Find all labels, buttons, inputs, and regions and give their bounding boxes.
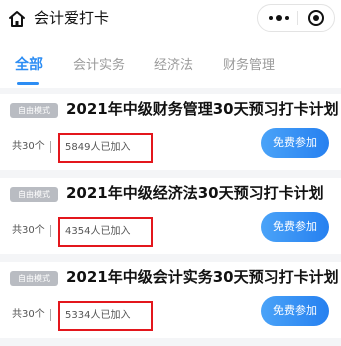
more-icon[interactable] (264, 5, 294, 31)
plan-title: 2021年中级会计实务30天预习打卡计划 (66, 268, 339, 286)
capsule-menu (257, 4, 335, 32)
home-icon[interactable] (6, 8, 28, 30)
capsule-divider (297, 11, 298, 25)
join-free-button[interactable]: 免费参加 (261, 212, 329, 242)
tab-economic-law[interactable]: 经济法 (154, 58, 193, 74)
top-bar: 会计爱打卡 (0, 0, 341, 38)
count-divider (50, 141, 51, 153)
tab-all[interactable]: 全部 (15, 57, 43, 73)
target-icon[interactable] (308, 10, 324, 26)
mode-badge: 自由模式 (10, 271, 58, 286)
count-divider (50, 225, 51, 237)
plan-card[interactable]: 自由模式 2021年中级会计实务30天预习打卡计划 共30个 5334人已加入 … (0, 262, 341, 338)
mode-badge: 自由模式 (10, 103, 58, 118)
app-title: 会计爱打卡 (34, 9, 110, 27)
tab-financial-management[interactable]: 财务管理 (223, 58, 275, 74)
joined-count: 5849人已加入 (58, 133, 153, 163)
plan-card[interactable]: 自由模式 2021年中级经济法30天预习打卡计划 共30个 4354人已加入 免… (0, 178, 341, 254)
join-free-button[interactable]: 免费参加 (261, 128, 329, 158)
item-count: 共30个 (12, 309, 45, 320)
category-tabs: 全部 会计实务 经济法 财务管理 (0, 38, 341, 88)
active-tab-indicator (17, 82, 39, 85)
item-count: 共30个 (12, 225, 45, 236)
plan-title: 2021年中级经济法30天预习打卡计划 (66, 184, 324, 202)
joined-count: 5334人已加入 (58, 301, 153, 331)
joined-count: 4354人已加入 (58, 217, 153, 247)
plan-card[interactable]: 自由模式 2021年中级财务管理30天预习打卡计划 共30个 5849人已加入 … (0, 94, 341, 170)
plan-title: 2021年中级财务管理30天预习打卡计划 (66, 100, 339, 118)
join-free-button[interactable]: 免费参加 (261, 296, 329, 326)
count-divider (50, 309, 51, 321)
item-count: 共30个 (12, 141, 45, 152)
mode-badge: 自由模式 (10, 187, 58, 202)
tab-accounting-practice[interactable]: 会计实务 (73, 58, 125, 74)
